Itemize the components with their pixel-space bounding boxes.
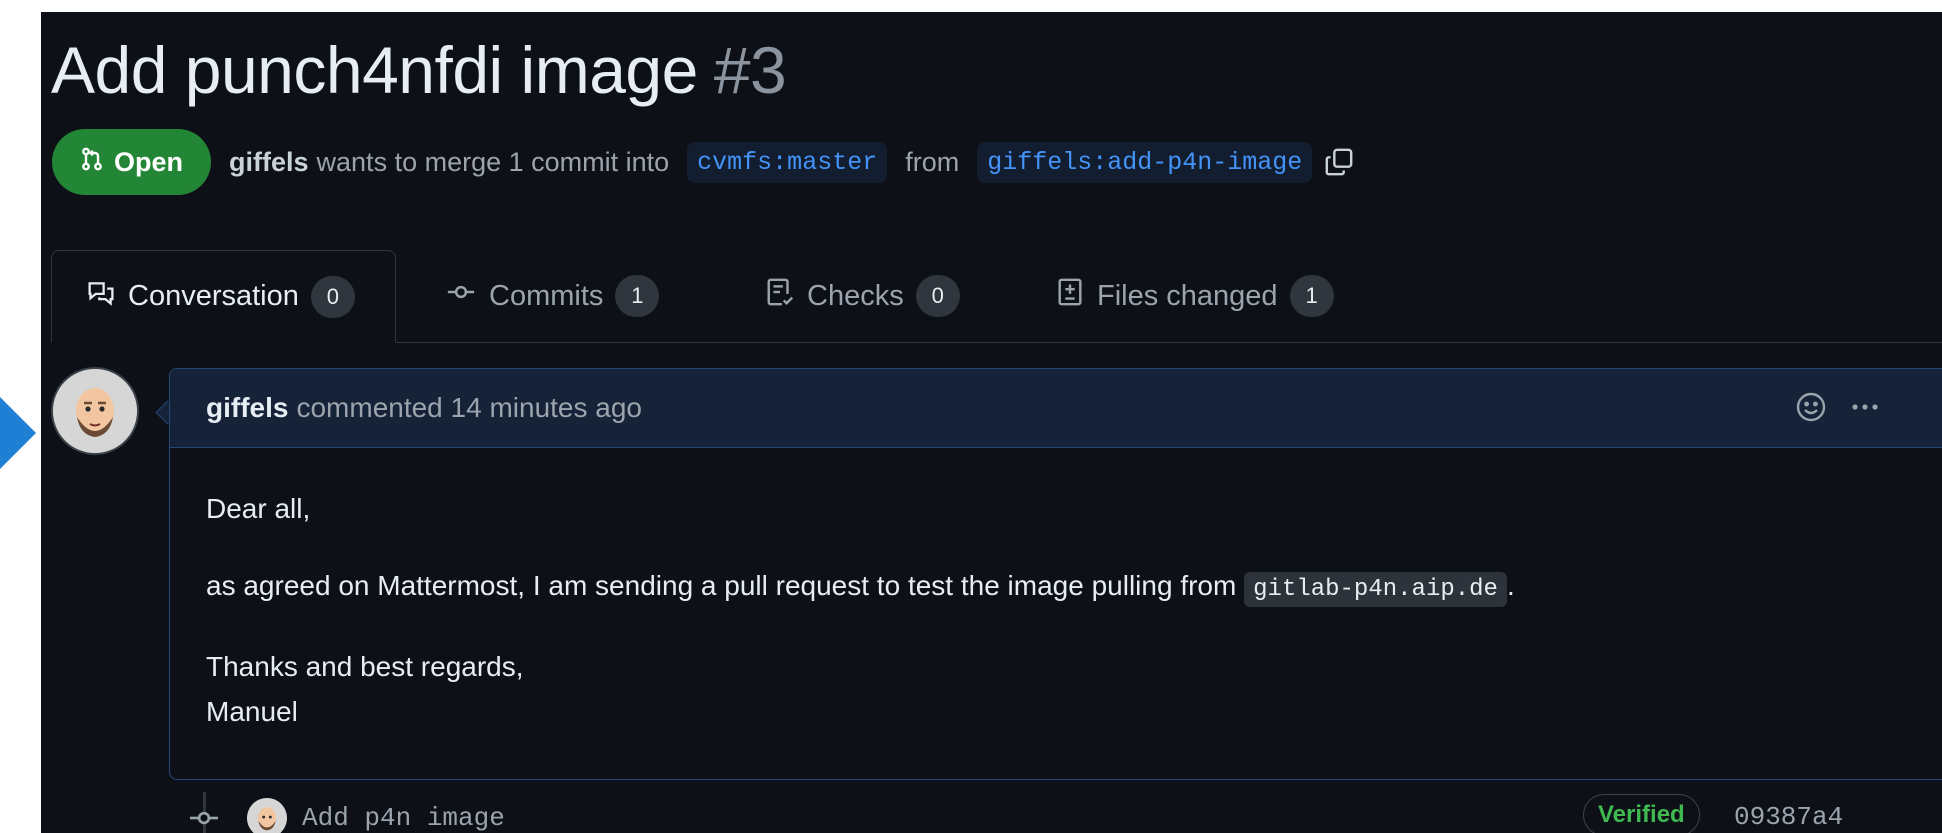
comment-box: giffels commented 14 minutes ago Dear al… [169,368,1942,780]
comment-actions [1795,391,1881,430]
comment-text: as agreed on Mattermost, I am sending a … [206,570,1237,601]
comment-header: giffels commented 14 minutes ago [170,369,1942,448]
tab-label: Files changed [1097,279,1278,312]
avatar[interactable] [51,367,139,455]
comment-text: Thanks and best regards, [206,651,524,682]
tab-commits[interactable]: Commits 1 [445,250,660,342]
commit-icon [445,278,477,314]
tab-label: Checks [807,279,904,312]
avatar[interactable] [247,798,287,833]
pr-author-link[interactable]: giffels [229,147,309,178]
head-branch[interactable]: giffels:add-p4n-image [977,141,1313,183]
checklist-icon [765,276,795,316]
comment-text: . [1506,570,1515,601]
comment-paragraph: as agreed on Mattermost, I am sending a … [206,563,1924,612]
tab-counter: 0 [310,275,355,318]
commit-row: Add p4n image Verified 09387a4 [186,792,1942,833]
comment-signature: Manuel [206,696,298,727]
page-title: Add punch4nfdi image #3 [51,33,787,107]
commit-sha-link[interactable]: 09387a4 [1734,802,1843,832]
pr-tabs: Conversation 0 Commits 1 Checks 0 Files … [51,250,1942,343]
commit-icon [186,803,222,833]
copy-icon[interactable] [1324,147,1354,177]
tab-counter: 1 [1289,275,1334,317]
tab-label: Commits [489,279,604,312]
file-diff-icon [1055,276,1085,316]
merge-text: wants to merge 1 commit into [316,146,670,177]
tab-files-changed[interactable]: Files changed 1 [1055,250,1334,342]
from-text: from [905,146,960,177]
annotation-pointer-arrow [0,397,36,469]
base-branch[interactable]: cvmfs:master [687,141,888,183]
pr-number: #3 [713,33,787,107]
comment-paragraph: Thanks and best regards, Manuel [206,644,1924,734]
pr-state-badge: Open [52,129,212,195]
tab-checks[interactable]: Checks 0 [765,250,960,342]
pull-request-icon [80,145,104,180]
pull-request-page: Add punch4nfdi image #3 Open giffels want… [41,12,1942,833]
tab-counter: 0 [915,275,960,317]
comment-body: Dear all, as agreed on Mattermost, I am … [170,448,1942,734]
commit-message-link[interactable]: Add p4n image [302,803,505,833]
comment-paragraph: Dear all, [206,493,311,524]
kebab-horizontal-icon[interactable] [1849,391,1881,430]
comment-author-link[interactable]: giffels [206,392,288,424]
smiley-icon[interactable] [1795,391,1827,430]
tab-conversation[interactable]: Conversation 0 [51,250,396,343]
tab-label: Conversation [128,280,299,312]
inline-code: gitlab-p4n.aip.de [1244,572,1507,607]
pr-meta: Open giffels wants to merge 1 commit int… [52,129,1354,195]
comment-timestamp[interactable]: commented 14 minutes ago [296,392,642,424]
verified-badge[interactable]: Verified [1583,794,1700,833]
tab-counter: 1 [615,275,660,317]
comment-discussion-icon [86,279,116,315]
pr-state-label: Open [114,146,184,177]
pr-title: Add punch4nfdi image [51,33,698,107]
